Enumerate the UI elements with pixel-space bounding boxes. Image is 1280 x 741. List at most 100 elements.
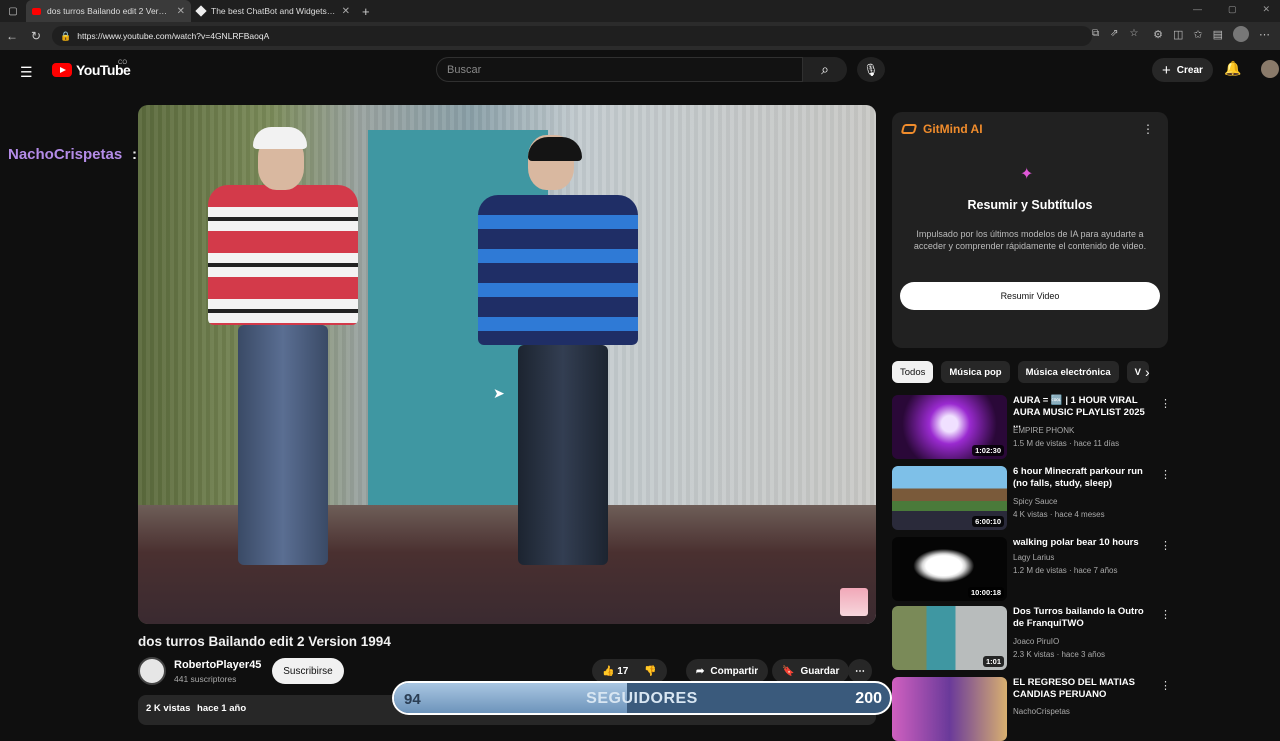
stream-overlay-avatar xyxy=(840,588,868,616)
create-button[interactable]: + Crear xyxy=(1152,58,1213,82)
create-label: Crear xyxy=(1176,64,1203,76)
favorites-icon[interactable]: ✩ xyxy=(1193,28,1202,41)
recommendation-channel: Spicy Sauce xyxy=(1013,497,1058,506)
recommendation-item[interactable]: 6:00:10 6 hour Minecraft parkour run (no… xyxy=(892,466,1171,530)
search-button[interactable]: ⌕ xyxy=(803,57,847,82)
followers-goal-bar: 94 SEGUIDORES 200 xyxy=(392,681,892,715)
menu-icon[interactable]: ☰ xyxy=(20,64,33,81)
notifications-bell-icon[interactable]: 🔔 xyxy=(1224,60,1241,77)
video-thumbnail[interactable] xyxy=(892,677,1007,741)
gitmind-logo-icon xyxy=(900,124,918,134)
gitmind-title: Resumir y Subtítulos xyxy=(967,198,1093,212)
new-tab-icon[interactable]: + xyxy=(362,4,370,19)
share-icon: ➦ xyxy=(696,665,705,677)
subscriber-count: 441 suscriptores xyxy=(174,674,237,684)
browser-tabbar: ▢ dos turros Bailando edit 2 Version ✕ T… xyxy=(0,0,1280,22)
close-window-icon[interactable]: ✕ xyxy=(1262,4,1270,15)
cap xyxy=(528,137,582,161)
video-thumbnail[interactable]: 1:02:30 xyxy=(892,395,1007,459)
back-icon[interactable]: ← xyxy=(0,29,24,43)
recommendation-title: walking polar bear 10 hours xyxy=(1013,537,1139,548)
video-player[interactable] xyxy=(138,105,876,624)
like-count: 17 xyxy=(617,665,629,677)
gitmind-panel: GitMind AI ⋮ ✦ Resumir y Subtítulos Impu… xyxy=(892,112,1168,348)
kebab-menu-icon[interactable]: ⋮ xyxy=(1160,397,1171,410)
open-app-icon[interactable]: ⇗ xyxy=(1110,28,1118,39)
recommendation-meta: 4 K vistas · hace 4 meses xyxy=(1013,510,1105,519)
more-horizontal-icon: ⋯ xyxy=(855,665,865,677)
lock-icon: 🔒 xyxy=(60,30,72,41)
chip-musica-pop[interactable]: Música pop xyxy=(941,361,1010,383)
video-duration: 6:00:10 xyxy=(972,516,1004,527)
recommendation-channel: Lagy Larius xyxy=(1013,553,1055,562)
mouse-cursor-icon: ➤ xyxy=(493,385,505,401)
sparkle-icon: ✦ xyxy=(1020,166,1034,183)
url-field[interactable]: 🔒 https://www.youtube.com/watch?v=4GNLRF… xyxy=(52,26,1092,46)
search-input[interactable]: Buscar xyxy=(436,57,803,82)
video-thumbnail[interactable]: 6:00:10 xyxy=(892,466,1007,530)
close-tab-icon[interactable]: ✕ xyxy=(177,6,185,17)
summarize-video-button[interactable]: Resumir Video xyxy=(900,282,1160,310)
recommendation-meta: 1.2 M de vistas · hace 7 años xyxy=(1013,566,1118,575)
translate-icon[interactable]: ⧉ xyxy=(1092,28,1099,39)
browser-tab-chatbot[interactable]: The best ChatBot and Widgets fo ✕ xyxy=(191,0,356,22)
jeans xyxy=(238,325,328,565)
like-button[interactable]: 👍 17 xyxy=(602,666,628,677)
recommendation-title: EL REGRESO DEL MATIAS CANDIAS PERUANO xyxy=(1013,677,1135,700)
collections-icon[interactable]: ▤ xyxy=(1213,28,1223,41)
channel-avatar[interactable] xyxy=(138,657,166,685)
share-label: Compartir xyxy=(710,665,759,677)
dancer-left xyxy=(208,127,358,605)
browser-tab-youtube[interactable]: dos turros Bailando edit 2 Version ✕ xyxy=(26,0,191,22)
jeans xyxy=(518,345,608,565)
account-avatar[interactable] xyxy=(1261,60,1279,78)
split-screen-icon[interactable]: ◫ xyxy=(1173,28,1183,41)
maximize-icon[interactable]: ▢ xyxy=(1228,4,1237,15)
favorite-star-icon[interactable]: ☆ xyxy=(1130,28,1139,39)
chip-musica-electronica[interactable]: Música electrónica xyxy=(1017,361,1119,383)
kebab-menu-icon[interactable]: ⋮ xyxy=(1160,608,1171,621)
kebab-menu-icon[interactable]: ⋮ xyxy=(1160,679,1171,692)
video-duration: 1:01 xyxy=(982,656,1004,667)
tab-actions-icon[interactable]: ▢ xyxy=(0,0,26,22)
channel-name[interactable]: RobertoPlayer45 xyxy=(174,659,261,671)
kebab-menu-icon[interactable]: ⋮ xyxy=(1160,539,1171,552)
kebab-menu-icon[interactable]: ⋮ xyxy=(1160,468,1171,481)
minimize-icon[interactable]: — xyxy=(1193,4,1202,15)
recommendation-item[interactable]: 1:02:30 AURA = 🆒 | 1 HOUR VIRAL AURA MUS… xyxy=(892,395,1171,459)
followers-label: SEGUIDORES xyxy=(586,690,698,707)
extensions-icon[interactable]: ⚙ xyxy=(1153,28,1163,41)
chevron-right-icon[interactable]: › xyxy=(1145,364,1150,380)
recommendation-meta: 1.5 M de vistas · hace 11 días xyxy=(1013,439,1120,448)
more-actions-button[interactable]: ⋯ xyxy=(848,659,872,683)
profile-avatar[interactable] xyxy=(1233,26,1249,42)
recommendation-item[interactable]: 10:00:18 walking polar bear 10 hours Lag… xyxy=(892,537,1171,601)
address-toolbar: ← ↻ 🔒 https://www.youtube.com/watch?v=4G… xyxy=(0,22,1280,50)
close-tab-icon[interactable]: ✕ xyxy=(342,6,350,17)
save-button[interactable]: 🔖 Guardar xyxy=(772,659,850,683)
video-duration: 1:02:30 xyxy=(972,445,1004,456)
upload-date: hace 1 año xyxy=(197,703,247,714)
panel-menu-icon[interactable]: ⋮ xyxy=(1142,122,1154,136)
like-dislike-group: 👍 17 👎 xyxy=(592,659,667,683)
recommendation-title: Dos Turros bailando la Outro de FranquiT… xyxy=(1013,606,1144,629)
recommendation-title: 6 hour Minecraft parkour run (no falls, … xyxy=(1013,466,1143,489)
shirt xyxy=(478,195,638,345)
url-text: https://www.youtube.com/watch?v=4GNLRFBa… xyxy=(77,31,270,41)
shirt xyxy=(208,185,358,325)
share-button[interactable]: ➦ Compartir xyxy=(686,659,769,683)
tab-title: dos turros Bailando edit 2 Version xyxy=(47,6,171,16)
video-thumbnail[interactable]: 10:00:18 xyxy=(892,537,1007,601)
more-options-icon[interactable]: ⋯ xyxy=(1259,28,1270,41)
dancer-right xyxy=(478,135,638,605)
dislike-button[interactable]: 👎 xyxy=(644,666,656,677)
voice-search-button[interactable]: 🎙 xyxy=(857,57,885,82)
video-thumbnail[interactable]: 1:01 xyxy=(892,606,1007,670)
recommendation-item[interactable]: 1:01 Dos Turros bailando la Outro de Fra… xyxy=(892,606,1171,670)
recommendation-item[interactable]: EL REGRESO DEL MATIAS CANDIAS PERUANO Na… xyxy=(892,677,1171,741)
chip-todos[interactable]: Todos xyxy=(892,361,934,383)
microphone-icon: 🎙 xyxy=(863,62,879,77)
subscribe-button[interactable]: Suscribirse xyxy=(272,658,344,684)
search-icon: ⌕ xyxy=(821,61,829,77)
reload-icon[interactable]: ↻ xyxy=(24,29,48,43)
